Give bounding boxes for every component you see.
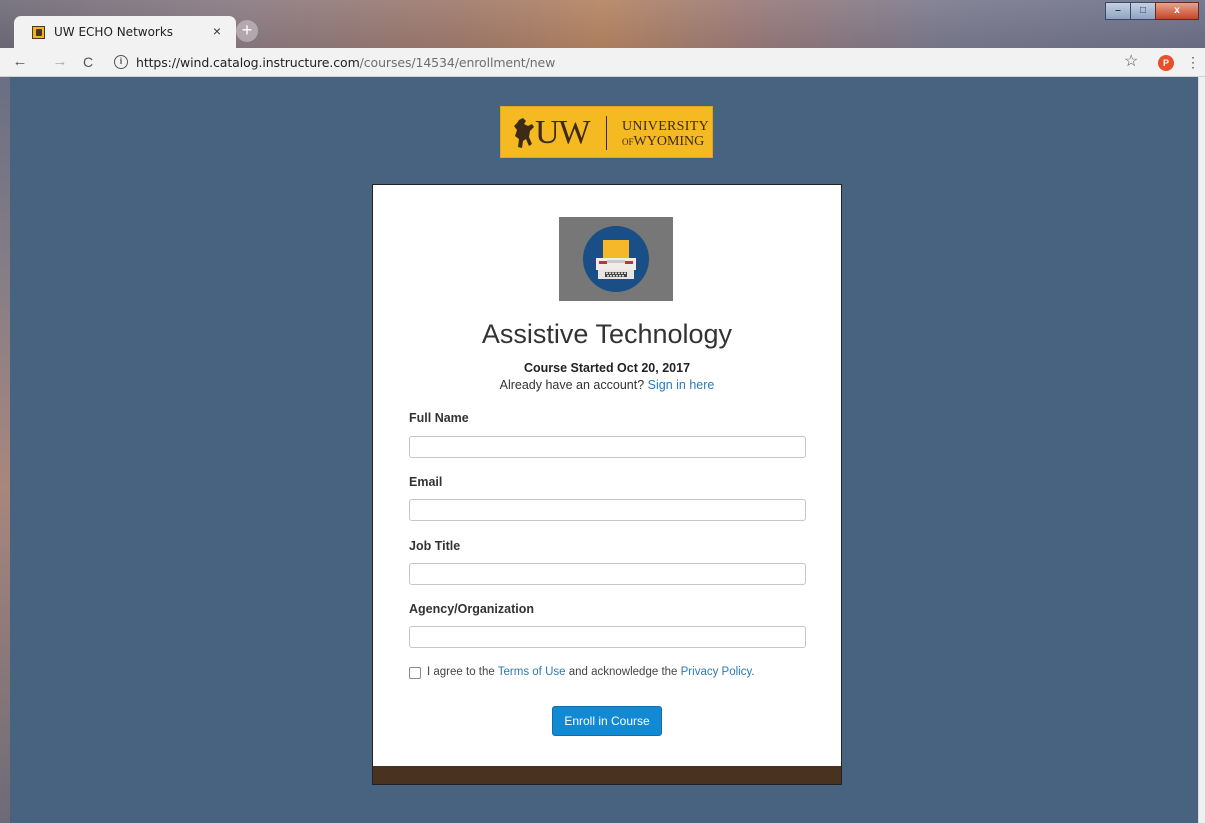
- url-text: https://wind.catalog.instructure.com/cou…: [136, 55, 555, 70]
- tab-close-icon[interactable]: ×: [208, 22, 226, 40]
- job-title-field[interactable]: [409, 563, 806, 585]
- browser-toolbar: ← → C i https://wind.catalog.instructure…: [0, 48, 1205, 77]
- logo-line-wyoming: OFWYOMING: [622, 134, 704, 150]
- logo-line-university: UNIVERSITY: [622, 119, 709, 134]
- agree-middle: and acknowledge the: [568, 666, 678, 678]
- university-logo: UW UNIVERSITY OFWYOMING: [500, 106, 713, 158]
- course-image: [559, 217, 673, 301]
- agree-text: I agree to the Terms of Use and acknowle…: [427, 666, 755, 678]
- course-start-date: Course Started Oct 20, 2017: [523, 361, 691, 375]
- sign-in-prompt-text: Already have an account?: [499, 378, 645, 392]
- privacy-policy-link[interactable]: Privacy Policy: [681, 666, 752, 678]
- new-tab-button[interactable]: +: [236, 20, 258, 42]
- window-controls: – □ x: [1105, 2, 1199, 20]
- bookmark-star-icon[interactable]: ☆: [1124, 52, 1138, 72]
- site-info-icon[interactable]: i: [114, 55, 128, 69]
- computer-icon: [596, 240, 636, 279]
- back-arrow-icon[interactable]: ←: [10, 52, 30, 72]
- terms-of-use-link[interactable]: Terms of Use: [498, 666, 566, 678]
- agree-prefix: I agree to the: [427, 666, 495, 678]
- agency-label: Agency/Organization: [409, 602, 535, 616]
- course-title: Assistive Technology: [481, 319, 733, 349]
- uw-favicon-icon: [32, 26, 45, 39]
- sign-in-prompt: Already have an account? Sign in here: [373, 378, 841, 392]
- email-label: Email: [409, 475, 443, 489]
- bucking-horse-icon: [514, 118, 534, 148]
- maximize-button[interactable]: □: [1130, 2, 1156, 20]
- agency-field[interactable]: [409, 626, 806, 648]
- agree-suffix: .: [751, 666, 755, 678]
- close-window-button[interactable]: x: [1155, 2, 1199, 20]
- browser-tab[interactable]: UW ECHO Networks ×: [14, 16, 236, 48]
- browser-menu-icon[interactable]: ⋮: [1186, 52, 1200, 72]
- enroll-button[interactable]: Enroll in Course: [552, 706, 662, 736]
- logo-divider: [606, 116, 607, 150]
- full-name-field[interactable]: [409, 436, 806, 458]
- forward-arrow-icon[interactable]: →: [50, 52, 70, 72]
- url-path: /courses/14534/enrollment/new: [359, 55, 556, 70]
- sign-in-link[interactable]: Sign in here: [648, 378, 715, 392]
- card-footer: [373, 766, 841, 784]
- address-bar[interactable]: i https://wind.catalog.instructure.com/c…: [114, 52, 555, 73]
- page-scrollbar[interactable]: [1198, 77, 1205, 823]
- minimize-button[interactable]: –: [1105, 2, 1131, 20]
- full-name-label: Full Name: [409, 411, 469, 425]
- agree-checkbox[interactable]: [409, 667, 421, 679]
- logo-wyoming: WYOMING: [633, 134, 705, 149]
- logo-of: OF: [622, 137, 634, 147]
- course-badge: [583, 226, 649, 292]
- reload-icon[interactable]: C: [78, 52, 98, 72]
- email-field[interactable]: [409, 499, 806, 521]
- desktop-edge: [0, 77, 10, 823]
- job-title-label: Job Title: [409, 539, 461, 553]
- enrollment-card: Assistive Technology Course Started Oct …: [372, 184, 842, 785]
- profile-avatar[interactable]: P: [1158, 55, 1174, 71]
- logo-letters: UW: [535, 114, 591, 151]
- tab-title: UW ECHO Networks: [54, 25, 174, 39]
- url-host: https://wind.catalog.instructure.com: [136, 55, 360, 70]
